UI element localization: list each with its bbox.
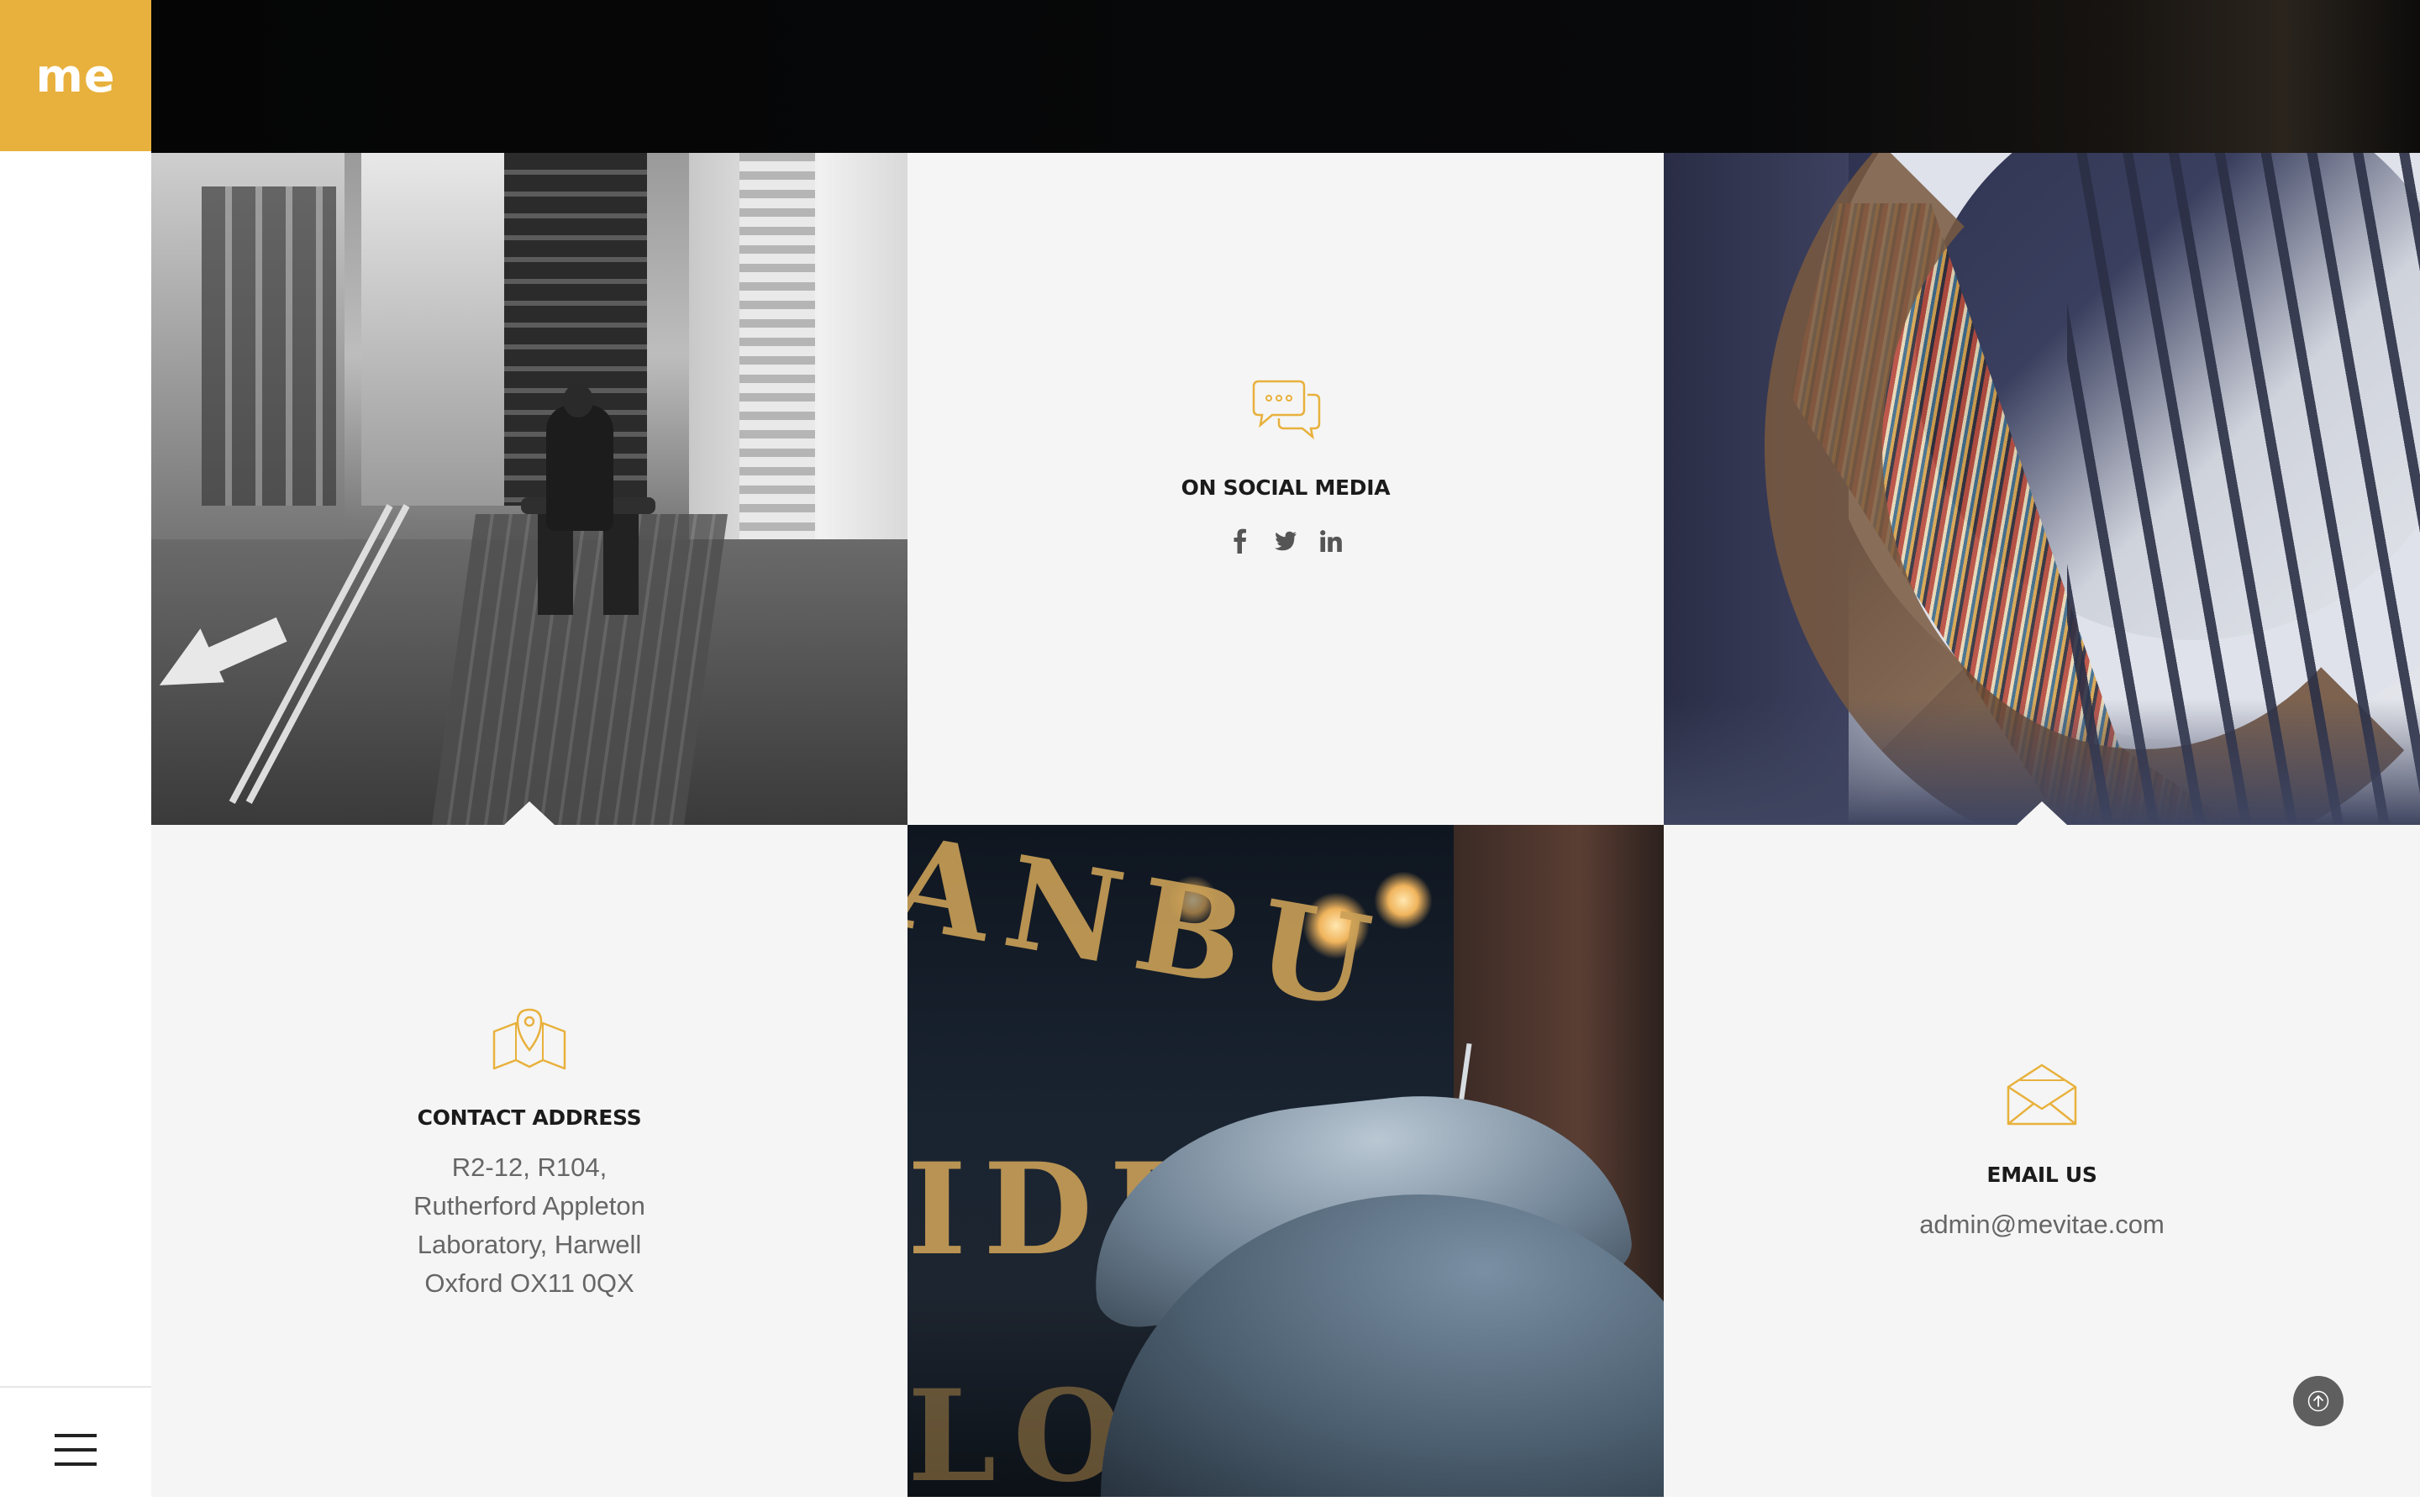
envelope-icon xyxy=(2007,1063,2077,1126)
umbrella-photo: ANBU IDE LON xyxy=(908,825,1664,1497)
email-title: EMAIL US xyxy=(1986,1163,2097,1187)
menu-area xyxy=(0,1386,151,1512)
street-photo xyxy=(151,153,908,825)
twitter-icon[interactable] xyxy=(1275,528,1297,554)
contact-address-card: CONTACT ADDRESS R2-12, R104, Rutherford … xyxy=(151,825,908,1497)
address-line: Oxford OX11 0QX xyxy=(424,1268,634,1298)
address-line: Laboratory, Harwell xyxy=(417,1230,642,1259)
email-address[interactable]: admin@mevitae.com xyxy=(1664,1205,2420,1244)
arrow-up-icon xyxy=(2307,1390,2329,1412)
notch xyxy=(504,801,555,825)
notch xyxy=(2017,801,2067,825)
address-line: R2-12, R104, xyxy=(451,1152,608,1182)
address-title: CONTACT ADDRESS xyxy=(417,1105,642,1130)
social-links xyxy=(908,528,1664,554)
contact-grid: ON SOCIAL MEDIA CONTACT ADDRESS R2-12, R… xyxy=(151,153,2420,1497)
chat-bubbles-icon xyxy=(1252,380,1321,440)
hamburger-icon[interactable] xyxy=(55,1434,97,1466)
address-line: Rutherford Appleton xyxy=(413,1191,645,1221)
sign-letters: ANBU xyxy=(908,825,1397,1040)
sidebar: me xyxy=(0,0,151,1512)
social-title: ON SOCIAL MEDIA xyxy=(1181,475,1391,500)
back-to-top-button[interactable] xyxy=(2293,1376,2344,1426)
library-photo xyxy=(1664,153,2420,825)
header-band xyxy=(151,0,2420,153)
facebook-icon[interactable] xyxy=(1229,528,1251,554)
linkedin-icon[interactable] xyxy=(1320,528,1342,554)
map-pin-icon xyxy=(492,1008,566,1070)
logo[interactable]: me xyxy=(0,0,151,151)
social-media-card: ON SOCIAL MEDIA xyxy=(908,153,1664,825)
